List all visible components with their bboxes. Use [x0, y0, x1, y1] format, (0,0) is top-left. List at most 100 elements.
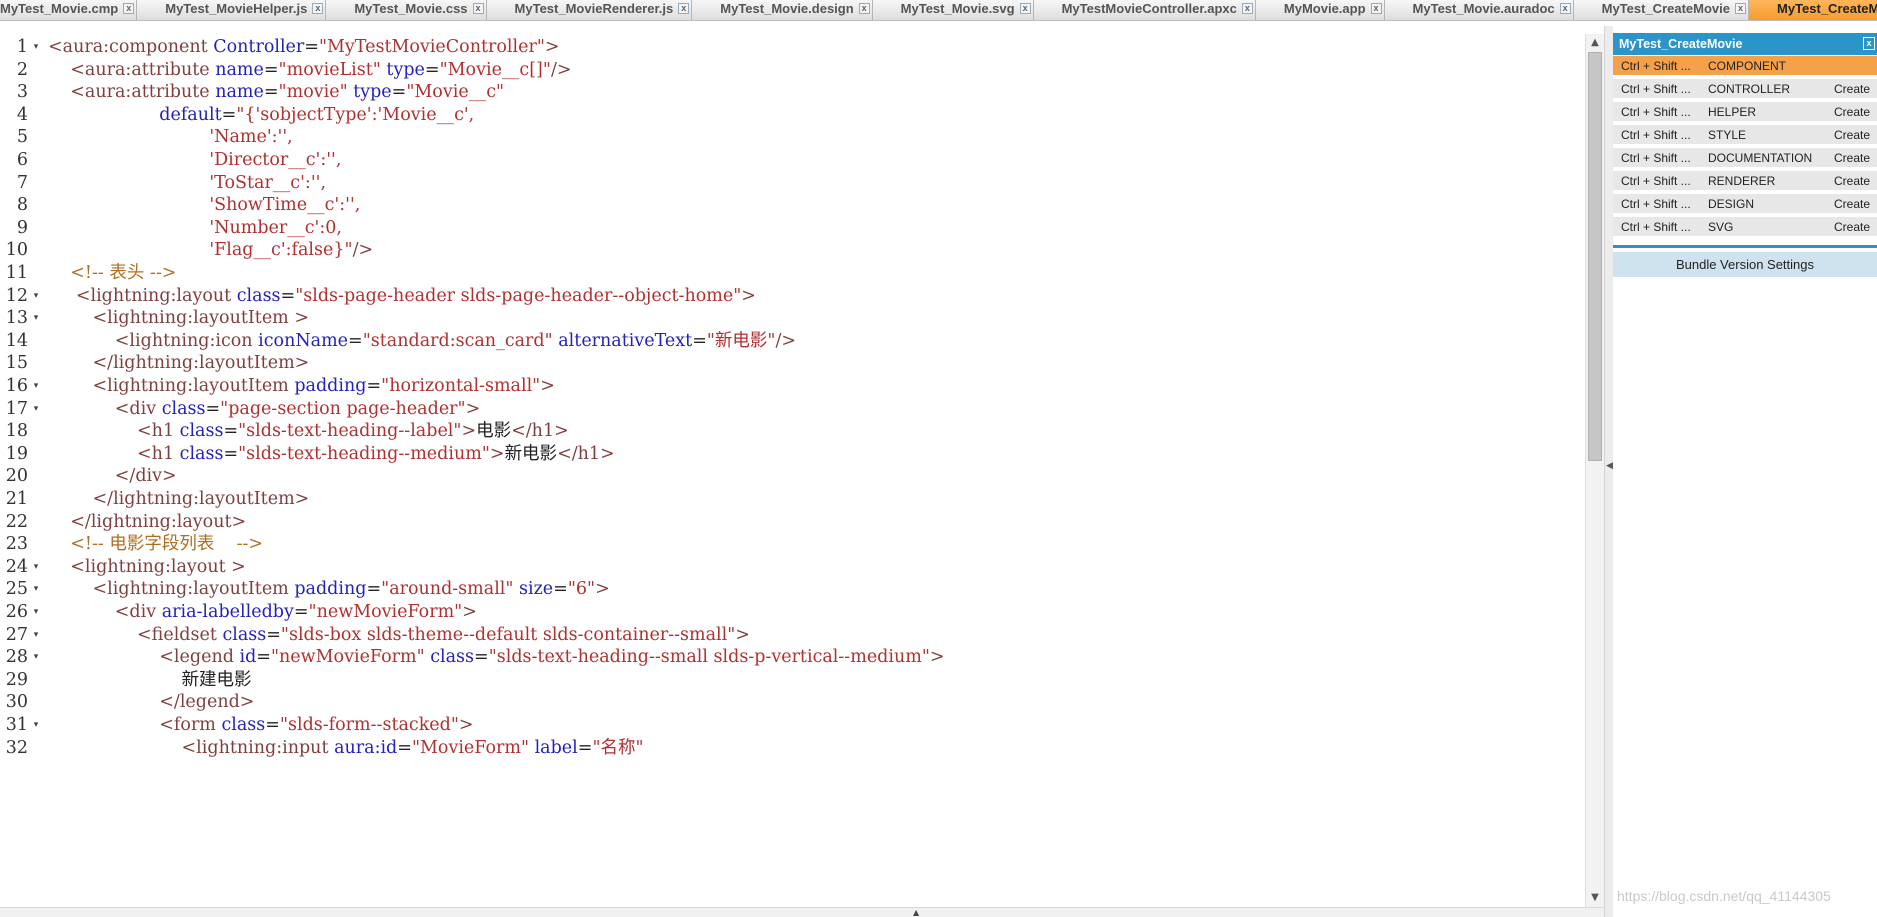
tab-9[interactable]: MyTest_CreateMovie x [1573, 0, 1749, 20]
code-token: = [280, 285, 296, 306]
editor-vertical-scrollbar[interactable]: ▲ ▼ [1585, 34, 1604, 907]
code-token: "6" [567, 579, 596, 600]
panel-splitter[interactable]: ◀ [1604, 26, 1613, 917]
tab-label: MyTest_Movie.svg [900, 1, 1015, 16]
code-token: </legend> [159, 692, 255, 713]
bottom-scrollbar[interactable]: ▲ [0, 907, 1604, 917]
code-token: <!-- 表头 --> [70, 263, 177, 283]
bundle-row-style[interactable]: Ctrl + Shift ... STYLE Create [1613, 125, 1877, 146]
bundle-row-svg[interactable]: Ctrl + Shift ... SVG Create [1613, 217, 1877, 238]
close-icon[interactable]: x [123, 3, 135, 14]
code-token: = [366, 579, 382, 600]
code-token: 'ToStar__c':'', [209, 172, 327, 193]
close-icon[interactable]: x [1241, 3, 1253, 14]
code-token: > [462, 602, 477, 622]
scrollbar-thumb[interactable] [1588, 52, 1602, 461]
bundle-row-controller[interactable]: Ctrl + Shift ... CONTROLLER Create [1613, 79, 1877, 100]
tab-label: MyTest_CreateMovie [1601, 1, 1730, 16]
code-token: <lightning:input [181, 737, 335, 758]
tab-0[interactable]: MyTest_Movie.cmp x [0, 0, 138, 20]
create-link[interactable]: Create [1834, 194, 1870, 215]
code-token: <lightning:layoutItem [92, 579, 295, 600]
code-token: <div [114, 398, 162, 419]
create-link[interactable]: Create [1834, 102, 1870, 123]
tab-7[interactable]: MyMovie.app x [1255, 0, 1385, 20]
code-token: padding [294, 376, 367, 396]
code-token: <div [114, 602, 162, 622]
drag-handle-icon[interactable]: ▲ [913, 908, 919, 917]
create-link[interactable]: Create [1834, 171, 1870, 192]
code-token: > [540, 376, 555, 396]
code-token: <lightning:layout [75, 285, 237, 306]
bundle-item-name: DOCUMENTATION [1708, 151, 1813, 165]
tab-10[interactable]: MyTest_CreateMovie.cmpx [1749, 0, 1877, 20]
code-token: label [534, 737, 578, 758]
code-token: default [159, 104, 222, 125]
create-link[interactable]: Create [1834, 148, 1870, 169]
panel-divider [1613, 245, 1877, 248]
bundle-row-helper[interactable]: Ctrl + Shift ... HELPER Create [1613, 102, 1877, 123]
close-icon[interactable]: x [678, 3, 690, 14]
code-token: "standard:scan_card" [362, 330, 559, 351]
close-icon[interactable]: x [1735, 3, 1746, 14]
bundle-item-name: SVG [1708, 220, 1734, 234]
tab-5[interactable]: MyTest_Movie.svg x [872, 0, 1034, 20]
arrow-down-icon[interactable]: ▼ [1589, 891, 1601, 905]
bundle-row-component[interactable]: Ctrl + Shift ... COMPONENT [1613, 56, 1877, 77]
code-token: = [256, 647, 271, 668]
code-token: 'Director__c':'', [209, 150, 342, 170]
code-token: = [348, 330, 363, 351]
code-token: class [430, 647, 475, 668]
tab-8[interactable]: MyTest_Movie.auradoc x [1384, 0, 1574, 20]
close-icon[interactable]: x [312, 3, 324, 14]
code-token: > [461, 421, 477, 442]
code-token: 新电影 [504, 443, 558, 464]
tab-label: MyTest_MovieHelper.js [165, 1, 308, 16]
code-token: "新电影" [706, 330, 776, 351]
bundle-row-design[interactable]: Ctrl + Shift ... DESIGN Create [1613, 194, 1877, 215]
tab-6[interactable]: MyTestMovieController.apxc x [1033, 0, 1256, 20]
bundle-panel: MyTest_CreateMovie x Ctrl + Shift ... COM… [1613, 33, 1877, 917]
code-token: size [519, 579, 554, 600]
code-line[interactable]: 32 <lightning:input aura:id="MovieForm" … [0, 735, 1585, 762]
close-icon[interactable]: x [1559, 3, 1571, 14]
code-token: "slds-form--stacked" [279, 715, 459, 735]
tab-3[interactable]: MyTest_MovieRenderer.js x [486, 0, 693, 20]
bundle-version-settings-button[interactable]: Bundle Version Settings [1613, 252, 1877, 277]
code-token: = [304, 37, 319, 57]
panel-title: MyTest_CreateMovie [1619, 37, 1743, 51]
arrow-up-icon[interactable]: ▲ [1589, 36, 1601, 50]
tab-label: MyTest_Movie.design [720, 1, 854, 16]
code-token: <lightning:layoutItem [92, 376, 295, 396]
create-link[interactable]: Create [1834, 217, 1870, 238]
tab-2[interactable]: MyTest_Movie.css x [326, 0, 487, 20]
code-token: "slds-text-heading--small slds-p-vertica… [488, 647, 930, 668]
close-icon[interactable]: x [472, 3, 484, 14]
shortcut-label: Ctrl + Shift ... [1621, 82, 1691, 96]
tab-label: MyTestMovieController.apxc [1061, 1, 1237, 16]
bundle-row-documentation[interactable]: Ctrl + Shift ... DOCUMENTATION Create [1613, 148, 1877, 169]
close-icon[interactable]: x [1370, 3, 1382, 14]
tab-1[interactable]: MyTest_MovieHelper.js x [137, 0, 327, 20]
code-token: > [929, 647, 945, 668]
close-icon[interactable]: x [858, 3, 870, 14]
create-link[interactable]: Create [1834, 79, 1870, 100]
tab-label: MyTest_CreateMovie.cmp [1777, 1, 1877, 16]
close-icon[interactable]: x [1019, 3, 1031, 14]
code-token: "MovieForm" [411, 737, 535, 758]
bundle-row-renderer[interactable]: Ctrl + Shift ... RENDERER Create [1613, 171, 1877, 192]
chevron-left-icon[interactable]: ◀ [1606, 459, 1613, 473]
close-icon[interactable]: x [1863, 37, 1875, 50]
code-editor[interactable]: 1 ▾ <aura:component Controller="MyTestMovi… [0, 34, 1585, 907]
tab-4[interactable]: MyTest_Movie.design x [692, 0, 873, 20]
code-token: <form [159, 715, 222, 735]
create-link[interactable]: Create [1834, 125, 1870, 146]
code-token: "slds-page-header slds-page-header--obje… [295, 285, 742, 306]
code-token: = [221, 104, 237, 125]
